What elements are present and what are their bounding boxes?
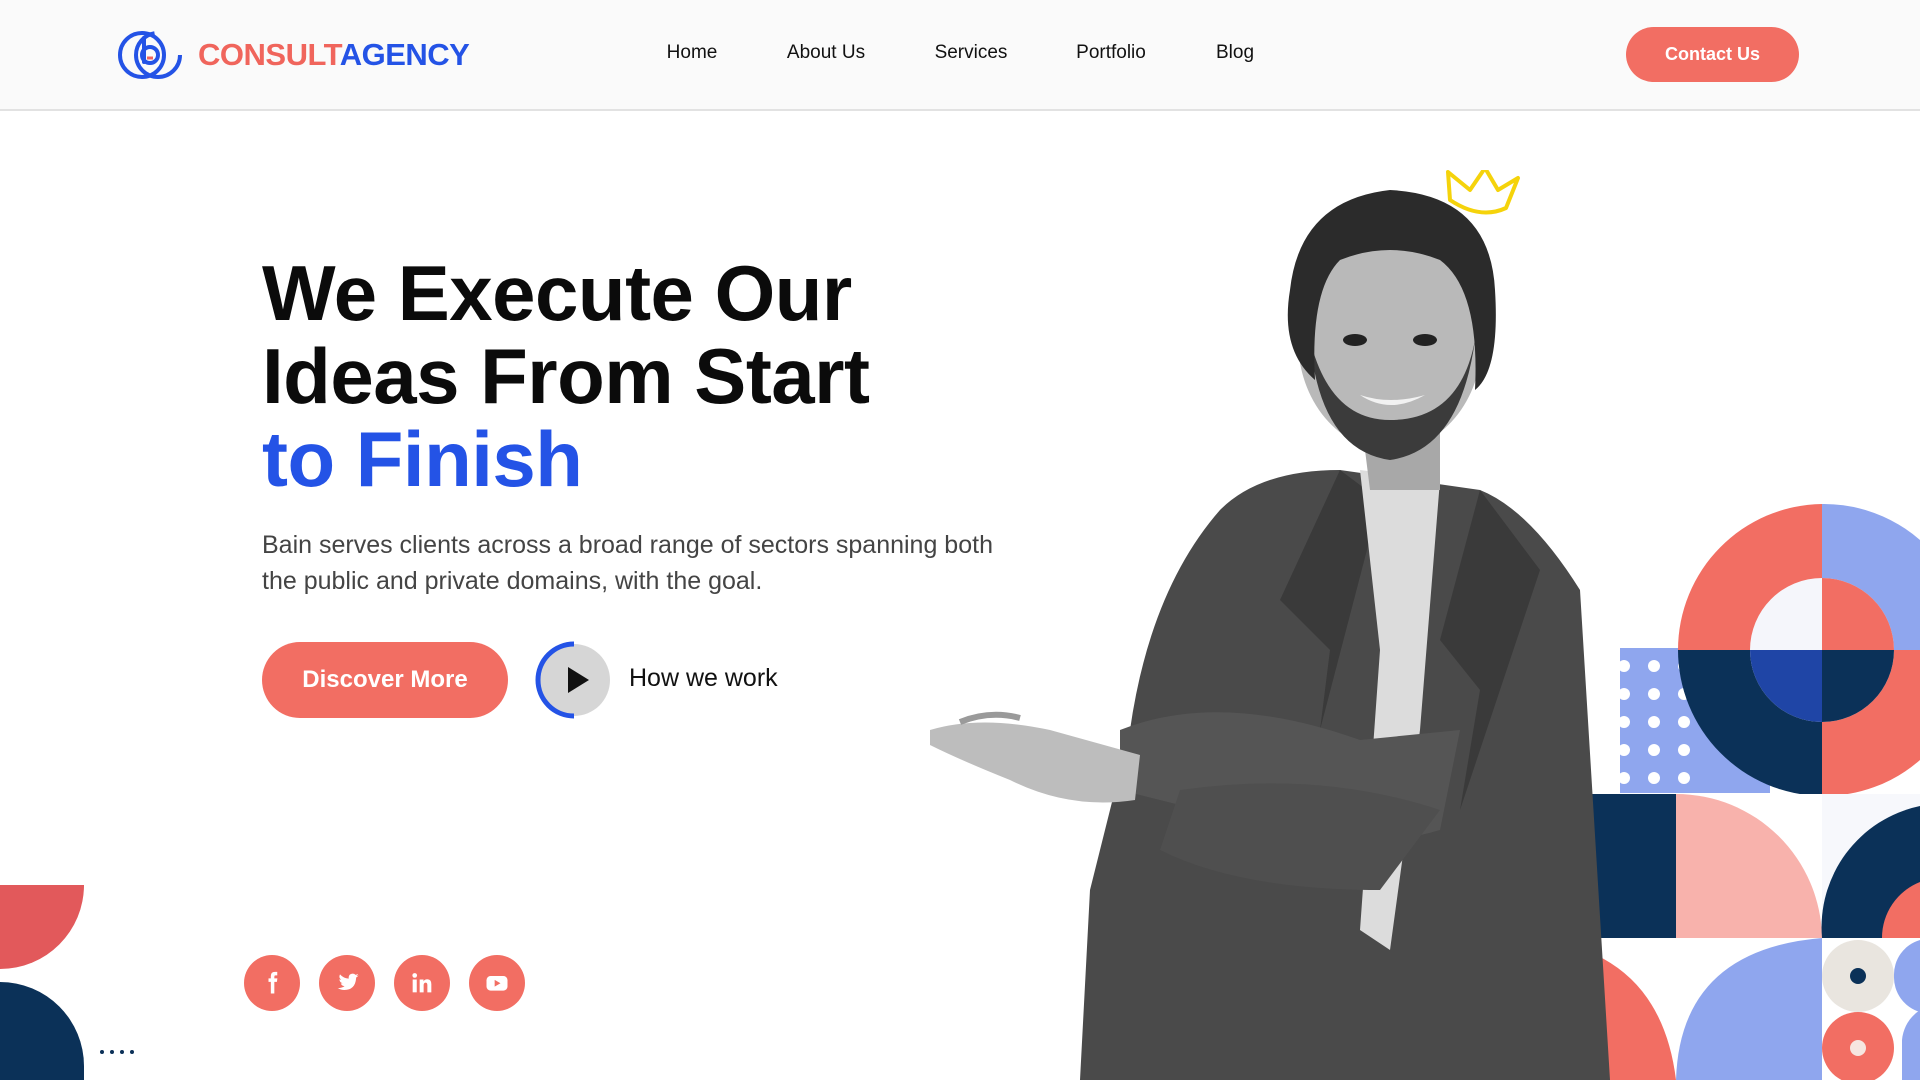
linkedin-icon <box>412 973 432 993</box>
contact-us-button[interactable]: Contact Us <box>1626 27 1799 82</box>
facebook-icon <box>268 971 278 994</box>
play-video-button[interactable] <box>534 640 614 720</box>
corner-shapes-decoration <box>0 885 134 1080</box>
site-header: CONSULTAGENCY Home About Us Services Por… <box>0 0 1920 111</box>
hero-title: We Execute Our Ideas From Start to Finis… <box>262 252 870 501</box>
hero-title-line3: to Finish <box>262 415 583 503</box>
nav-item-services[interactable]: Services <box>935 42 1008 64</box>
youtube-icon <box>486 976 508 991</box>
nav-item-portfolio[interactable]: Portfolio <box>1076 42 1146 64</box>
nav-item-home[interactable]: Home <box>667 42 718 64</box>
play-icon <box>535 641 610 719</box>
nav-item-about-us[interactable]: About Us <box>787 42 865 64</box>
hero-person-image <box>930 170 1610 1080</box>
hero-title-line1: We Execute Our <box>262 249 852 337</box>
youtube-button[interactable] <box>469 955 525 1011</box>
nav-item-blog[interactable]: Blog <box>1216 42 1254 64</box>
facebook-button[interactable] <box>244 955 300 1011</box>
hero-description: Bain serves clients across a broad range… <box>262 531 993 595</box>
discover-more-button[interactable]: Discover More <box>262 642 508 718</box>
twitter-icon <box>337 973 359 990</box>
linkedin-button[interactable] <box>394 955 450 1011</box>
twitter-button[interactable] <box>319 955 375 1011</box>
how-we-work-link[interactable]: How we work <box>629 664 778 693</box>
hero-title-line2: Ideas From Start <box>262 332 870 420</box>
